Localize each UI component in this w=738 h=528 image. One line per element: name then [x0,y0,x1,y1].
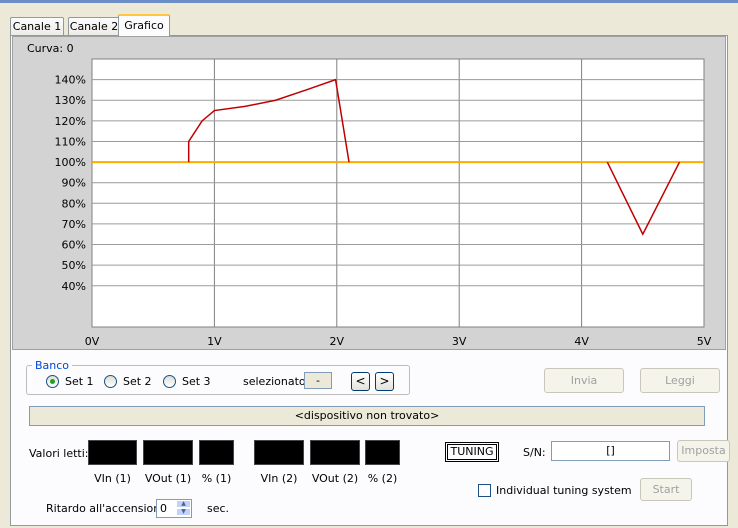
invia-button[interactable]: Invia [544,368,624,393]
radio-set-2[interactable] [104,375,117,388]
spin-up-icon[interactable]: ▲ [176,500,191,508]
delay-label: Ritardo all'accensione: [46,502,171,515]
reading-vout-2-label: VOut (2) [311,472,359,485]
delay-spinner[interactable]: 0 ▲ ▼ [156,499,192,518]
reading-vin-1-label: VIn (1) [94,472,131,485]
individual-tuning-checkbox[interactable] [478,484,491,497]
spin-down-icon[interactable]: ▼ [176,508,191,516]
reading-vin-2 [254,440,304,465]
tuning-badge: TUNING [445,442,499,462]
selected-value: - [304,372,332,389]
chevron-right-icon[interactable]: > [375,372,394,391]
reading-pct-2-label: % (2) [367,472,398,485]
radio-set-2-label: Set 2 [123,375,152,388]
reading-pct-1-label: % (1) [201,472,232,485]
reading-pct-1 [199,440,234,465]
delay-spinner-buttons: ▲ ▼ [176,500,191,517]
start-button[interactable]: Start [640,478,692,501]
reading-vout-2 [310,440,360,465]
reading-vout-1 [143,440,193,465]
individual-tuning-label: Individual tuning system [496,484,632,497]
chevron-left-icon[interactable]: < [351,372,370,391]
radio-set-3-label: Set 3 [182,375,211,388]
radio-set-1[interactable] [46,375,59,388]
radio-set-1-label: Set 1 [65,375,94,388]
selected-label: selezionato: [243,375,310,388]
sn-field[interactable]: [] [551,441,670,461]
reading-pct-2 [365,440,400,465]
reading-vin-2-label: VIn (2) [260,472,298,485]
leggi-button[interactable]: Leggi [640,368,720,393]
readings-label: Valori letti: [29,447,89,460]
sn-label: S/N: [523,446,546,459]
delay-value: 0 [160,502,167,515]
delay-unit: sec. [207,502,230,515]
device-status: <dispositivo non trovato> [29,406,705,426]
reading-vin-1 [88,440,137,465]
imposta-button[interactable]: Imposta [677,440,730,462]
radio-set-3[interactable] [163,375,176,388]
reading-vout-1-label: VOut (1) [144,472,192,485]
banco-legend: Banco [32,359,73,372]
